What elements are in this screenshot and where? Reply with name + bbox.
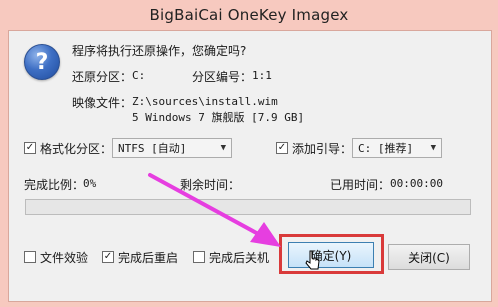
confirm-button[interactable]: 确定(Y): [288, 242, 374, 268]
add-boot-select-value: C: [推荐]: [358, 142, 414, 155]
partition-number-value: 1:1: [252, 69, 272, 82]
image-file-label: 映像文件：: [72, 96, 133, 110]
image-file-path: Z:\sources\install.wim: [132, 95, 278, 108]
format-partition-select[interactable]: NTFS [自动] ▼: [112, 138, 232, 158]
restart-after-checkbox[interactable]: ✓: [102, 251, 114, 263]
remaining-time-label: 剩余时间：: [180, 178, 241, 192]
add-boot-checkbox[interactable]: ✓: [276, 142, 288, 154]
shutdown-after-label: 完成后关机: [209, 251, 270, 265]
title-bar: BigBaiCai OneKey Imagex: [0, 0, 498, 30]
progress-bar: [25, 199, 471, 215]
restart-after-label: 完成后重启: [118, 251, 179, 265]
elapsed-time-value: 00:00:00: [390, 177, 443, 190]
restore-partition-value: C:: [132, 69, 146, 82]
mouse-cursor-icon: [305, 250, 320, 270]
partition-number-label: 分区编号：: [192, 70, 253, 84]
format-partition-checkbox[interactable]: ✓: [24, 142, 36, 154]
shutdown-after-checkbox[interactable]: [193, 251, 205, 263]
close-button[interactable]: 关闭(C): [388, 244, 470, 270]
file-verify-label: 文件效验: [40, 251, 89, 265]
question-icon: ?: [24, 44, 60, 80]
ratio-label: 完成比例：: [24, 178, 85, 192]
chevron-down-icon: ▼: [430, 143, 436, 153]
window-title: BigBaiCai OneKey Imagex: [149, 6, 349, 24]
format-partition-label: 格式化分区：: [40, 142, 113, 156]
restore-partition-label: 还原分区：: [72, 70, 133, 84]
question-text: 程序将执行还原操作，您确定吗?: [72, 44, 247, 58]
file-verify-checkbox[interactable]: [24, 251, 36, 263]
format-partition-select-value: NTFS [自动]: [118, 142, 187, 155]
image-file-desc: 5 Windows 7 旗舰版 [7.9 GB]: [132, 111, 305, 124]
ratio-value: 0%: [83, 177, 97, 190]
chevron-down-icon: ▼: [220, 143, 226, 153]
elapsed-time-label: 已用时间：: [330, 178, 391, 192]
add-boot-select[interactable]: C: [推荐] ▼: [352, 138, 442, 158]
add-boot-label: 添加引导：: [292, 142, 353, 156]
